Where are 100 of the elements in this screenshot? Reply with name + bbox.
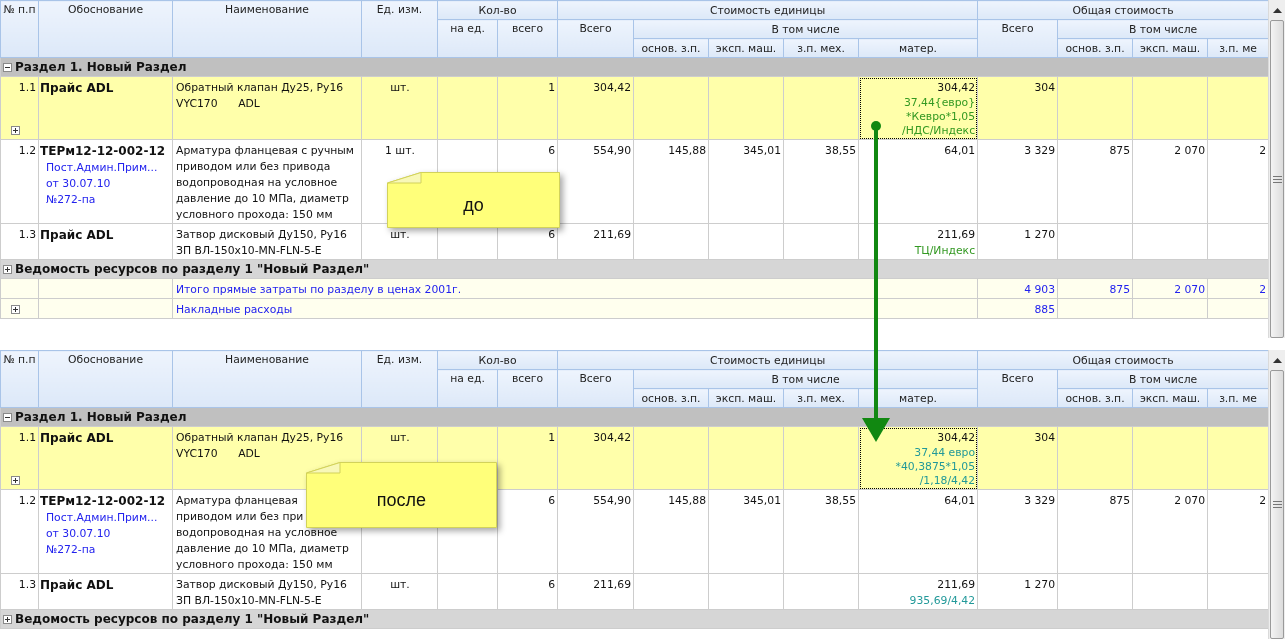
column-header[interactable]: Стоимость единицы xyxy=(557,350,978,370)
table-row[interactable]: 1.3 Прайс ADL Затвор дисковый Ду150, Ру16 ЗП ВЛ-150x10-MN-FLN-5-E шт. 6 211,69 211,69 935,69/4,42 1 270 xyxy=(0,573,1268,610)
column-header[interactable]: Всего xyxy=(977,369,1058,408)
table-cell: 4 903 xyxy=(977,278,1058,299)
table-cell: 885 xyxy=(977,298,1058,319)
table-row[interactable]: 1.1 Прайс ADL Обратный клапан Ду25, Ру16 VYC170 ADL шт. 1 304,42 304,42 37,44 евро *40,3875*1,05 /1,18/4,42 304 xyxy=(0,426,1268,490)
table-cell: 3 329 xyxy=(977,139,1058,224)
table-cell: 345,01 xyxy=(708,139,784,224)
table-cell: 3 329 xyxy=(977,489,1058,574)
table-cell: 875 xyxy=(1057,489,1133,574)
basis-link[interactable]: Пост.Админ.Прим... от 30.07.10 №272-па xyxy=(40,160,170,208)
material-cell[interactable]: 304,42 37,44{евро} *Кевро*1,05 /НДС/Индекс xyxy=(858,76,978,140)
material-price: 211,69 xyxy=(937,228,976,241)
material-cell[interactable]: 304,42 37,44 евро *40,3875*1,05 /1,18/4,42 xyxy=(858,426,978,490)
table-cell: 554,90 xyxy=(557,489,634,574)
table-cell: 304,42 xyxy=(557,76,634,140)
row-number: 1.2 xyxy=(18,144,36,157)
column-header[interactable]: Ед. изм. xyxy=(361,0,438,58)
table-row[interactable]: Итого прямые затраты по разделу в ценах 2001г. 4 903 875 2 070 2 xyxy=(0,278,1268,299)
column-header[interactable]: всего xyxy=(497,19,558,58)
table-cell: 875 xyxy=(1057,278,1133,299)
column-header[interactable]: Стоимость единицы xyxy=(557,0,978,20)
column-header[interactable]: Кол-во xyxy=(437,350,558,370)
table-cell: 38,55 xyxy=(783,139,859,224)
table-cell: 1 270 xyxy=(977,573,1058,610)
expand-icon[interactable] xyxy=(11,126,20,135)
table-cell: 145,88 xyxy=(633,139,709,224)
column-header[interactable]: Наименование xyxy=(172,350,362,408)
column-header[interactable]: Обоснование xyxy=(38,0,173,58)
table-cell: 345,01 xyxy=(708,489,784,574)
scrollbar-thumb[interactable] xyxy=(1270,20,1284,338)
expand-icon[interactable] xyxy=(11,476,20,485)
expand-icon[interactable] xyxy=(3,264,12,274)
grip-icon xyxy=(1272,501,1282,508)
expand-icon[interactable] xyxy=(11,305,20,314)
table-row[interactable] xyxy=(0,489,1268,574)
table-row[interactable]: 1.3 Прайс ADL Затвор дисковый Ду150, Ру16 ЗП ВЛ-150x10-MN-FLN-5-E шт. 6 211,69 211,69 ТЦ/Индекс 1 270 xyxy=(0,223,1268,260)
table-row[interactable]: Накладные расходы 885 xyxy=(0,298,1268,319)
item-name: Затвор дисковый Ду150, Ру16 ЗП ВЛ-150x10-MN-FLN-5-E xyxy=(172,223,362,260)
collapse-icon[interactable] xyxy=(3,62,12,72)
row-number: 1.3 xyxy=(18,228,36,241)
table-cell: 6 xyxy=(497,573,558,610)
total-label[interactable]: Накладные расходы xyxy=(172,298,978,319)
item-name: Арматура фланцевая с ручным приводом или без привода водопроводная на условное давление до 10 МПа, диаметр условного прохода: 150 мм xyxy=(172,139,362,224)
material-price: 304,42 xyxy=(937,81,976,94)
basis-code: Прайс ADL xyxy=(40,81,114,95)
price-formula: 37,44{евро} *Кевро*1,05 /НДС/Индекс xyxy=(902,96,976,138)
column-header[interactable]: Общая стоимость xyxy=(977,350,1268,370)
material-cell[interactable]: 211,69 935,69/4,42 xyxy=(858,573,978,610)
table-row[interactable]: 1.1 Прайс ADL Обратный клапан Ду25, Ру16 VYC170 ADL шт. 1 304,42 304,42 37,44{евро} *Кевро*1,05 /НДС/Индекс 304 xyxy=(0,76,1268,140)
price-formula: 37,44 евро *40,3875*1,05 /1,18/4,42 xyxy=(895,446,976,488)
material-price: 64,01 xyxy=(944,494,976,507)
row-number: 1.3 xyxy=(18,578,36,591)
material-cell[interactable]: 211,69 ТЦ/Индекс xyxy=(858,223,978,260)
scrollbar-thumb[interactable] xyxy=(1270,370,1284,639)
table-cell: 1 270 xyxy=(977,223,1058,260)
column-header[interactable]: Всего xyxy=(977,19,1058,58)
section-title: Ведомость ресурсов по разделу 1 "Новый Раздел" xyxy=(15,612,370,626)
table-cell: 38,55 xyxy=(783,489,859,574)
row-number: 1.2 xyxy=(18,494,36,507)
expand-icon[interactable] xyxy=(3,614,12,624)
item-name: Обратный клапан Ду25, Ру16 VYC170 ADL xyxy=(172,76,362,140)
material-cell[interactable]: 64,01 xyxy=(858,139,978,224)
row-number: 1.1 xyxy=(18,431,36,444)
basis-link[interactable]: Пост.Админ.Прим... от 30.07.10 №272-па xyxy=(40,510,170,558)
material-price: 211,69 xyxy=(937,578,976,591)
table-cell: 304 xyxy=(977,76,1058,140)
column-header[interactable]: на ед. xyxy=(437,19,498,58)
table-cell: 304,42 xyxy=(557,426,634,490)
basis-code: Прайс ADL xyxy=(40,431,114,445)
column-header[interactable]: № п.п xyxy=(0,0,39,58)
section-title: Раздел 1. Новый Раздел xyxy=(15,410,187,424)
table-cell: 875 xyxy=(1057,139,1133,224)
note-text: до xyxy=(463,194,484,216)
total-label[interactable]: Итого прямые затраты по разделу в ценах 2001г. xyxy=(172,278,978,299)
unit-cell: шт. xyxy=(361,573,438,610)
column-header[interactable]: Ед. изм. xyxy=(361,350,438,408)
column-header[interactable]: Кол-во xyxy=(437,0,558,20)
collapse-icon[interactable] xyxy=(3,412,12,422)
column-header[interactable]: Общая стоимость xyxy=(977,0,1268,20)
column-header[interactable]: на ед. xyxy=(437,369,498,408)
table-row[interactable] xyxy=(0,139,1268,224)
table-cell: 304 xyxy=(977,426,1058,490)
basis-code: Прайс ADL xyxy=(40,578,114,592)
column-header[interactable]: Наименование xyxy=(172,0,362,58)
column-header[interactable]: всего xyxy=(497,369,558,408)
grip-icon xyxy=(1272,175,1282,183)
note-text: после xyxy=(376,489,427,511)
column-header[interactable]: Всего xyxy=(557,369,634,408)
table-cell: 2 070 xyxy=(1132,489,1208,574)
material-cell[interactable]: 64,01 xyxy=(858,489,978,574)
column-header[interactable]: Всего xyxy=(557,19,634,58)
column-header[interactable]: Обоснование xyxy=(38,350,173,408)
table-cell: 145,88 xyxy=(633,489,709,574)
item-name: Затвор дисковый Ду150, Ру16 ЗП ВЛ-150x10-MN-FLN-5-E xyxy=(172,573,362,610)
material-price: 64,01 xyxy=(944,144,976,157)
unit-cell: шт. xyxy=(361,76,438,140)
table-cell: 2 070 xyxy=(1132,139,1208,224)
column-header[interactable]: № п.п xyxy=(0,350,39,408)
up-arrow-icon xyxy=(1272,357,1282,363)
